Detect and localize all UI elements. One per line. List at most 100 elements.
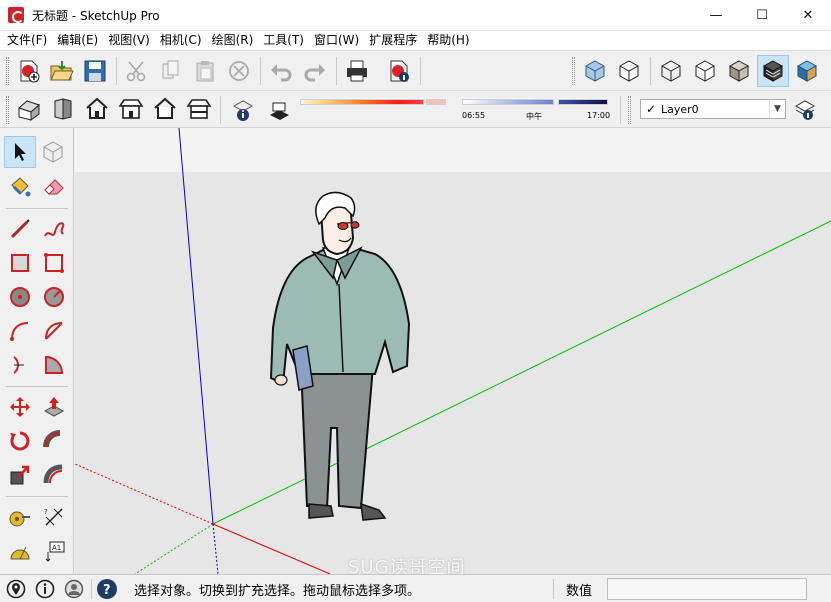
circle-icon[interactable]	[5, 282, 35, 312]
top-house-icon[interactable]	[82, 94, 112, 124]
make-component-icon[interactable]	[38, 137, 68, 167]
save-icon[interactable]	[80, 56, 110, 86]
chevron-down-icon[interactable]: ▼	[769, 100, 785, 118]
status-bar: ? 选择对象。切换到扩充选择。拖动鼠标选择多项。 数值	[0, 574, 831, 602]
measurements-input[interactable]	[607, 578, 807, 600]
hidden-line-icon[interactable]	[690, 56, 720, 86]
menu-help[interactable]: 帮助(H)	[422, 31, 474, 50]
rotate-icon[interactable]	[5, 426, 35, 456]
sketchup-logo-icon	[8, 7, 24, 23]
minimize-button[interactable]: —	[693, 0, 739, 31]
cut-icon[interactable]	[122, 56, 152, 86]
xray-icon[interactable]	[614, 56, 644, 86]
toolbar-grip[interactable]	[6, 96, 9, 124]
undo-icon[interactable]	[266, 56, 296, 86]
drawing-viewport[interactable]	[75, 128, 831, 574]
rotated-rectangle-icon[interactable]	[39, 248, 69, 278]
scale-icon[interactable]	[5, 460, 35, 490]
menu-tools[interactable]: 工具(T)	[258, 31, 309, 50]
menu-window[interactable]: 窗口(W)	[309, 31, 364, 50]
red-axis	[212, 523, 331, 574]
status-message: 选择对象。切换到扩充选择。拖动鼠标选择多项。	[134, 584, 421, 599]
svg-text:A1: A1	[52, 544, 61, 552]
standard-toolbar	[0, 50, 831, 90]
line-icon[interactable]	[5, 214, 35, 244]
toolbar-grip[interactable]	[628, 96, 631, 124]
pie-icon[interactable]	[39, 350, 69, 380]
time-end-label: 17:00	[587, 111, 611, 120]
check-icon: ✓	[645, 102, 657, 116]
copy-icon[interactable]	[156, 56, 186, 86]
menu-file[interactable]: 文件(F)	[2, 31, 52, 50]
blue-axis-negative	[212, 523, 219, 574]
push-pull-icon[interactable]	[39, 392, 69, 422]
eraser-icon[interactable]	[39, 172, 69, 202]
dimension-icon[interactable]: ?	[39, 502, 69, 532]
shadow-info-icon[interactable]	[228, 96, 258, 126]
text-icon[interactable]: A1	[39, 536, 69, 566]
freehand-icon[interactable]	[39, 214, 69, 244]
toolbar-grip[interactable]	[572, 57, 575, 85]
paint-bucket-icon[interactable]	[5, 172, 35, 202]
shaded-icon[interactable]	[724, 56, 754, 86]
menu-bar: 文件(F) 编辑(E) 视图(V) 相机(C) 绘图(R) 工具(T) 窗口(W…	[0, 31, 831, 50]
move-icon[interactable]	[5, 392, 35, 422]
two-point-arc-icon[interactable]	[39, 316, 69, 346]
close-button[interactable]: ✕	[785, 0, 831, 31]
maximize-button[interactable]: ☐	[739, 0, 785, 31]
front-house-icon[interactable]	[116, 94, 146, 124]
credits-icon[interactable]	[34, 578, 56, 600]
wireframe-icon[interactable]	[656, 56, 686, 86]
title-bar: 无标题 - SketchUp Pro — ☐ ✕	[0, 0, 831, 31]
arc-icon[interactable]	[5, 316, 35, 346]
large-tool-set: ? A1	[0, 128, 74, 574]
print-icon[interactable]	[342, 56, 372, 86]
layer-select[interactable]: ✓ Layer0 ▼	[640, 99, 786, 119]
iso-house-icon[interactable]	[14, 94, 44, 124]
menu-draw[interactable]: 绘图(R)	[207, 31, 259, 50]
help-icon[interactable]: ?	[96, 578, 118, 600]
time-slider-thumb[interactable]	[558, 99, 608, 105]
views-shadows-toolbar: 1 2 3 4 5 6 7 8 9 10 11 12 06:55 中午 17:0…	[0, 90, 831, 210]
user-icon[interactable]	[63, 578, 85, 600]
polygon-icon[interactable]	[39, 282, 69, 312]
red-axis-negative	[75, 463, 214, 525]
offset-icon[interactable]	[39, 460, 69, 490]
paste-icon[interactable]	[190, 56, 220, 86]
menu-edit[interactable]: 编辑(E)	[52, 31, 103, 50]
tape-measure-icon[interactable]	[5, 502, 35, 532]
select-icon[interactable]	[4, 136, 36, 168]
menu-camera[interactable]: 相机(C)	[155, 31, 207, 50]
svg-text:?: ?	[103, 583, 111, 598]
time-mid-label: 中午	[526, 112, 542, 121]
svg-text:?: ?	[44, 508, 48, 516]
back-house-icon[interactable]	[184, 94, 214, 124]
right-house-icon[interactable]	[150, 94, 180, 124]
month-slider[interactable]	[300, 97, 424, 123]
layer-manager-icon[interactable]	[790, 95, 820, 125]
monochrome-icon[interactable]	[792, 56, 822, 86]
geo-location-icon[interactable]	[5, 578, 27, 600]
person-figure[interactable]	[269, 191, 411, 521]
month-slider-thumb[interactable]	[426, 99, 446, 105]
iso-view-icon[interactable]	[580, 56, 610, 86]
follow-me-icon[interactable]	[39, 426, 69, 456]
blue-axis	[178, 128, 214, 525]
toolbar-grip[interactable]	[6, 57, 9, 85]
front-wall-icon[interactable]	[48, 94, 78, 124]
three-point-arc-icon[interactable]	[5, 350, 35, 380]
window-title: 无标题 - SketchUp Pro	[32, 8, 160, 23]
redo-icon[interactable]	[300, 56, 330, 86]
menu-view[interactable]: 视图(V)	[103, 31, 155, 50]
rectangle-icon[interactable]	[5, 248, 35, 278]
open-icon[interactable]	[46, 56, 76, 86]
shadow-toggle-icon[interactable]	[264, 95, 294, 125]
green-axis-negative	[134, 523, 214, 574]
menu-extensions[interactable]: 扩展程序	[364, 31, 422, 50]
protractor-icon[interactable]	[5, 536, 35, 566]
scene-canvas	[75, 128, 831, 574]
new-model-icon[interactable]	[14, 56, 44, 86]
shaded-textures-icon[interactable]	[757, 55, 789, 87]
model-info-icon[interactable]	[384, 56, 414, 86]
erase-icon[interactable]	[224, 56, 254, 86]
